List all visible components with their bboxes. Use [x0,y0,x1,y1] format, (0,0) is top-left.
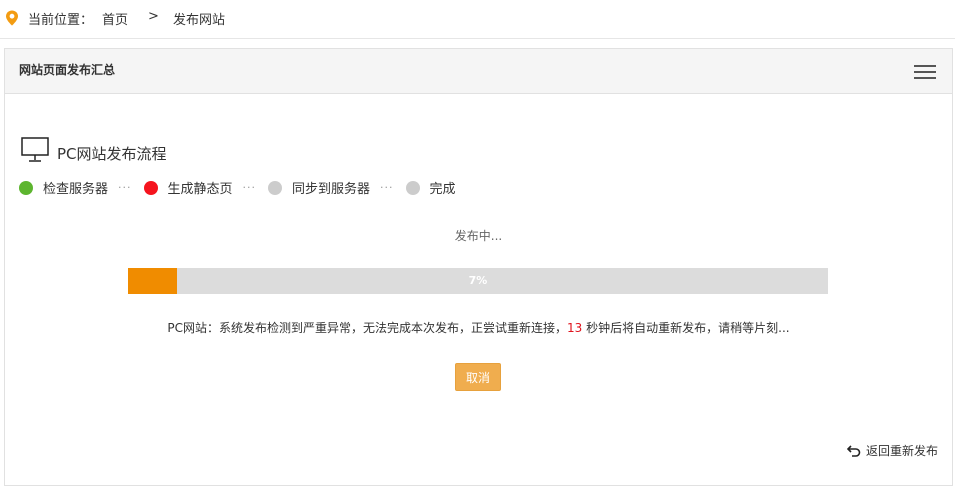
step-status-dot [405,180,420,195]
return-arrow-icon [846,444,861,457]
publish-steps: 检查服务器 ··· 生成静态页 ··· 同步到服务器 ··· 完成 [19,178,456,197]
step-check-server: 检查服务器 [19,178,108,197]
step-label: 同步到服务器 [292,182,371,197]
step-status-dot [19,180,33,195]
message-prefix: PC网站：系统发布检测到严重异常，无法完成本次发布，正尝试重新连接， [167,321,568,335]
step-status-dot [268,180,283,195]
publish-panel: 网站页面发布汇总 PC网站发布流程 检查服务器 ··· 生成静态页 ··· 同步… [4,48,953,486]
step-complete: 完成 [405,178,456,197]
cancel-button[interactable]: 取消 [455,363,501,391]
progress-label: 7% [468,274,488,287]
progress-bar: 7% [128,268,828,294]
republish-link[interactable]: 返回重新发布 [846,442,938,459]
step-separator: ··· [380,181,394,194]
step-sync-server: 同步到服务器 [268,178,370,197]
monitor-icon [21,137,49,162]
step-separator: ··· [242,181,257,194]
breadcrumb-separator: > [148,9,159,24]
breadcrumb: 当前位置： 首页 > 发布网站 [0,0,955,39]
hamburger-menu-icon[interactable] [914,65,936,81]
panel-header: 网站页面发布汇总 [5,49,952,94]
countdown-seconds: 13 [567,321,583,335]
step-separator: ··· [118,181,132,194]
step-label: 完成 [429,182,456,197]
step-label: 检查服务器 [43,182,109,197]
message-suffix: 秒钟后将自动重新发布，请稍等片刻... [582,321,790,335]
breadcrumb-current: 发布网站 [173,13,226,28]
step-status-dot [143,180,158,195]
flow-title: PC网站发布流程 [57,145,167,163]
panel-title: 网站页面发布汇总 [19,63,116,77]
breadcrumb-location-label: 当前位置： [28,13,94,28]
publish-status-text: 发布中... [454,229,503,243]
step-generate-static: 生成静态页 [143,178,233,197]
step-label: 生成静态页 [167,182,233,197]
error-message: PC网站：系统发布检测到严重异常，无法完成本次发布，正尝试重新连接，13 秒钟后… [5,319,952,336]
breadcrumb-home-link[interactable]: 首页 [102,9,128,28]
location-pin-icon [6,10,18,26]
republish-label: 返回重新发布 [865,444,938,458]
